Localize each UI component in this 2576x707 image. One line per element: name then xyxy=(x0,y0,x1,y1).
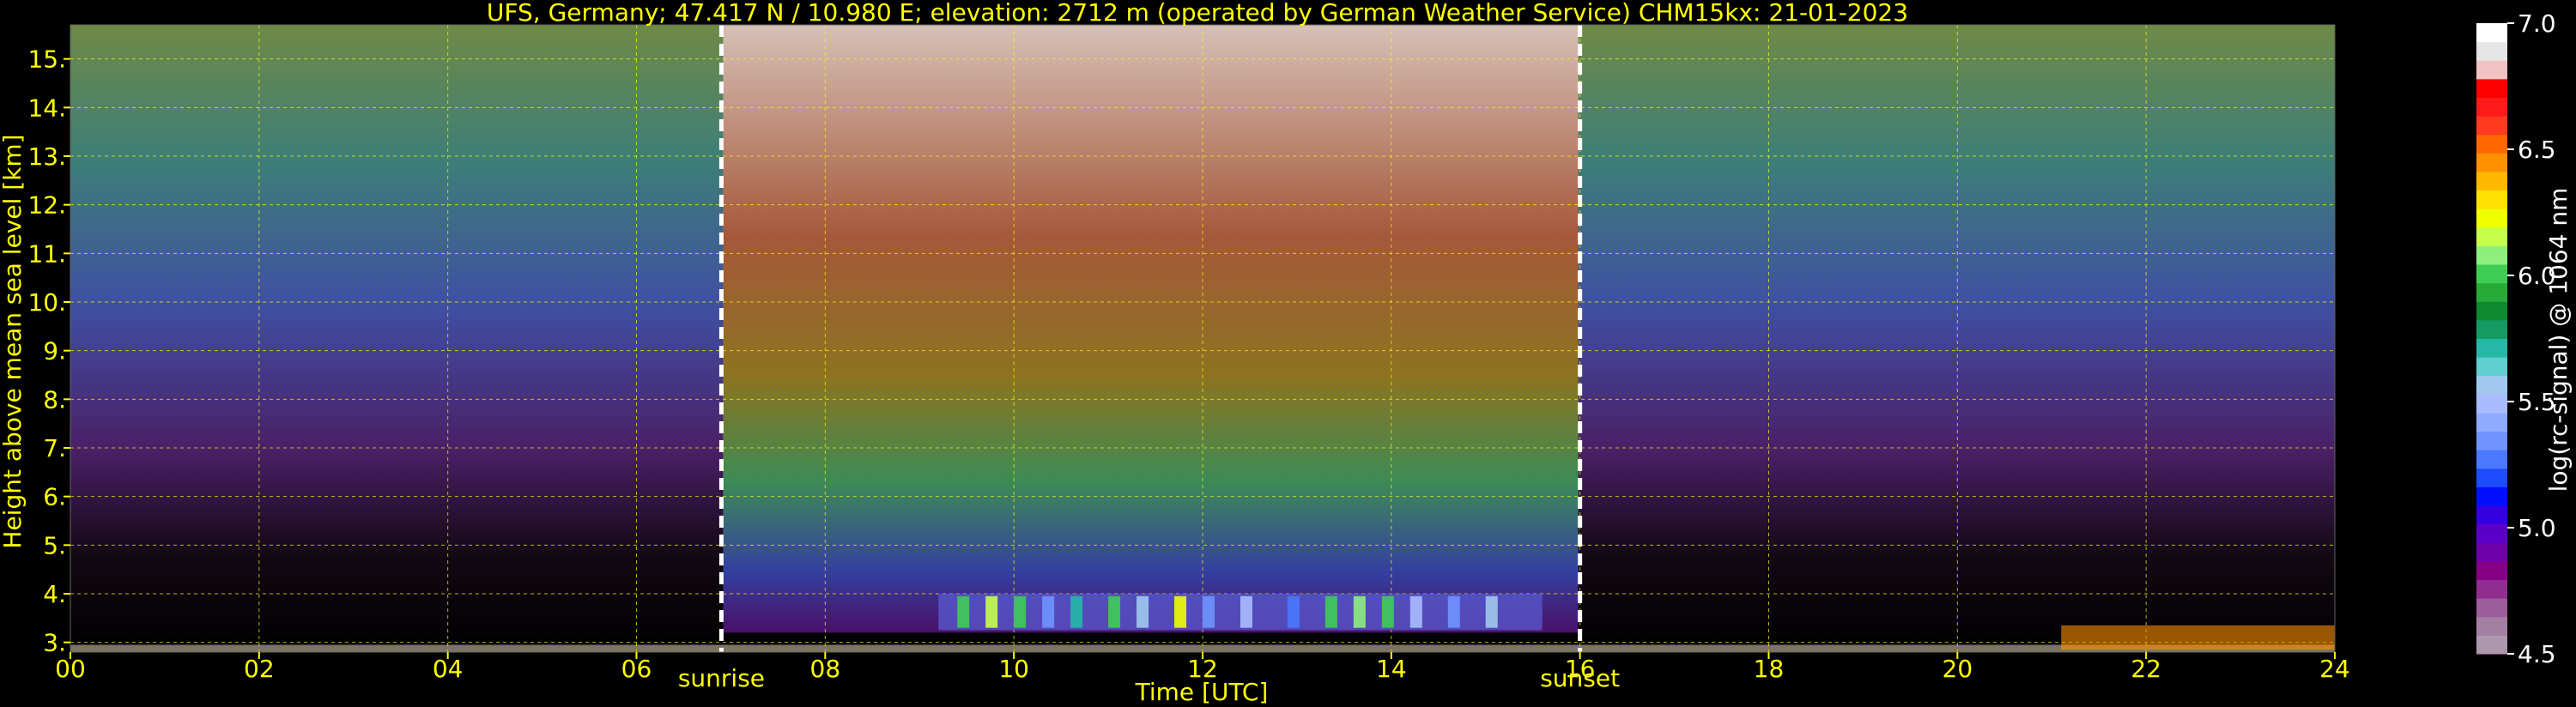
colorbar-swatch xyxy=(2476,301,2507,321)
colorbar-tick-label: 5.0 xyxy=(2518,514,2556,542)
x-axis-label: Time [UTC] xyxy=(1135,678,1269,706)
y-tick-label: 4. xyxy=(43,580,66,608)
y-tick-label: 10. xyxy=(27,288,66,317)
cloud-cell xyxy=(1381,595,1394,628)
y-tick-label: 15. xyxy=(27,45,66,74)
x-tick-label: 24 xyxy=(2319,655,2350,683)
sun-label-sunrise: sunrise xyxy=(678,664,765,692)
colorbar-swatch xyxy=(2476,375,2507,395)
colorbar-swatch xyxy=(2476,579,2507,599)
colorbar-tick-label: 6.5 xyxy=(2518,136,2556,164)
colorbar-swatch xyxy=(2476,431,2507,450)
x-tick-label: 00 xyxy=(55,655,86,683)
y-tick-label: 5. xyxy=(43,531,66,559)
x-tick-label: 02 xyxy=(244,655,275,683)
cloud-cell xyxy=(1353,595,1366,628)
cloud-cell xyxy=(1108,595,1121,628)
colorbar-swatch xyxy=(2476,264,2507,284)
colorbar-swatch xyxy=(2476,616,2507,636)
x-tick-label: 18 xyxy=(1754,655,1785,683)
colorbar-swatch xyxy=(2476,97,2507,117)
daytime-signal-field xyxy=(723,25,1579,633)
plot-area xyxy=(70,25,2335,652)
colorbar-swatch xyxy=(2476,208,2507,228)
cloud-cell xyxy=(1136,595,1149,628)
y-tick-label: 14. xyxy=(27,94,66,122)
x-tick-label: 10 xyxy=(998,655,1029,683)
ceilometer-chart: 00 02 04 06 08 10 12 14 16 18 20 22 24 3.4.5.6.7.8.9… xyxy=(0,0,2573,706)
colorbar-swatch xyxy=(2476,505,2507,525)
colorbar-swatch xyxy=(2476,134,2507,154)
y-axis-ticks: 3. 4. 5. 6. 7. 8. 9. 10. 11. 12. 13. 14. 15. xyxy=(27,45,70,657)
colorbar-swatch xyxy=(2476,78,2507,98)
y-tick-label: 3. xyxy=(43,629,66,657)
y-tick-label: 7. xyxy=(43,434,66,462)
sun-label-sunset: sunset xyxy=(1540,664,1620,692)
cloud-cell xyxy=(985,595,998,628)
colorbar-swatch xyxy=(2476,245,2507,265)
y-tick-label: 11. xyxy=(27,239,66,268)
y-tick-label: 6. xyxy=(43,483,66,511)
colorbar-swatch xyxy=(2476,227,2507,246)
colorbar-swatch xyxy=(2476,450,2507,469)
colorbar-swatch xyxy=(2476,635,2507,655)
colorbar-swatch xyxy=(2476,60,2507,80)
y-tick-label: 12. xyxy=(27,191,66,220)
colorbar-swatch xyxy=(2476,190,2507,209)
colorbar-swatch xyxy=(2476,338,2507,358)
y-tick-label: 8. xyxy=(43,385,66,414)
colorbar-swatch xyxy=(2476,282,2507,302)
x-tick-label: 04 xyxy=(433,655,464,683)
colorbar-swatch xyxy=(2476,357,2507,377)
colorbar-tick-label: 4.5 xyxy=(2518,640,2556,668)
colorbar-swatch xyxy=(2476,319,2507,339)
colorbar-swatch xyxy=(2476,542,2507,562)
colorbar xyxy=(2476,23,2507,655)
y-tick-label: 13. xyxy=(27,142,66,171)
x-tick-label: 14 xyxy=(1376,655,1407,683)
cloud-cell xyxy=(957,595,970,628)
x-tick-label: 06 xyxy=(621,655,652,683)
cloud-cell xyxy=(1324,595,1337,628)
cloud-cell xyxy=(1014,595,1027,628)
boundary-layer xyxy=(2061,625,2335,650)
colorbar-swatch xyxy=(2476,412,2507,432)
y-axis-label: Height above mean sea level [km] xyxy=(0,134,27,548)
colorbar-swatch xyxy=(2476,468,2507,487)
colorbar-swatch xyxy=(2476,486,2507,506)
cloud-cell xyxy=(1409,595,1422,628)
cloud-cell xyxy=(1287,595,1300,628)
cloud-cell xyxy=(1240,595,1252,628)
chart-title: UFS, Germany; 47.417 N / 10.980 E; eleva… xyxy=(487,0,1908,27)
cloud-cell xyxy=(1042,595,1055,628)
y-tick-label: 9. xyxy=(43,337,66,366)
colorbar-swatch xyxy=(2476,598,2507,618)
colorbar-swatch xyxy=(2476,153,2507,172)
cloud-cell xyxy=(1447,595,1460,628)
cloud-cell xyxy=(1203,595,1215,628)
colorbar-swatch xyxy=(2476,560,2507,581)
colorbar-swatch xyxy=(2476,41,2507,61)
x-tick-label: 08 xyxy=(810,655,841,683)
x-tick-label: 20 xyxy=(1943,655,1973,683)
colorbar-swatch xyxy=(2476,171,2507,191)
colorbar-swatch xyxy=(2476,116,2507,136)
colorbar-label: log(rc-signal) @ 1064 nm xyxy=(2544,188,2573,492)
cloud-cell xyxy=(1070,595,1083,628)
x-tick-label: 22 xyxy=(2131,655,2161,683)
colorbar-swatch xyxy=(2476,23,2507,43)
colorbar-swatch xyxy=(2476,523,2507,543)
colorbar-swatch xyxy=(2476,394,2507,414)
cloud-cell xyxy=(1485,595,1498,628)
colorbar-tick-label: 7.0 xyxy=(2518,9,2556,38)
cloud-cell xyxy=(1174,595,1187,628)
